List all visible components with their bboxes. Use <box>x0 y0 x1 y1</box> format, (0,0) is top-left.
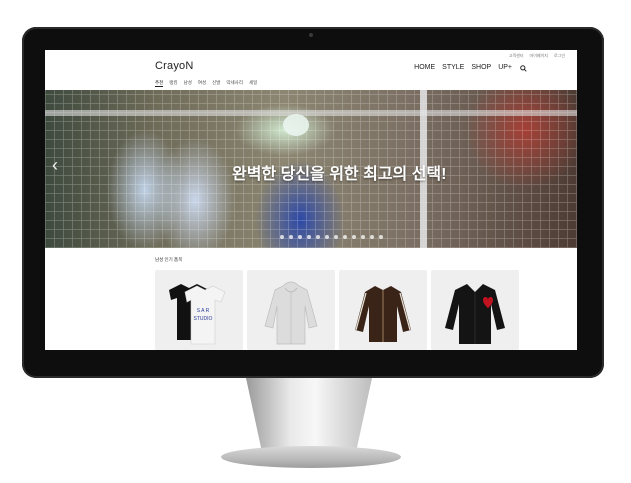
category-ranking[interactable]: 랭킹 <box>169 80 177 87</box>
nav-up-plus[interactable]: UP+ <box>498 64 512 71</box>
hero-banner[interactable]: ‹ 완벽한 당신을 위한 최고의 선택! <box>45 90 577 248</box>
category-sale[interactable]: 세일 <box>249 80 257 87</box>
browser-screen: 고객센터 마이페이지 로그인 CrayoN 추천 랭킹 남성 여성 신발 악세사… <box>45 50 577 350</box>
nav-shop[interactable]: SHOP <box>471 64 491 71</box>
section-title: 남성 인기 품목 <box>155 257 183 262</box>
category-shoes[interactable]: 신발 <box>212 80 220 87</box>
camera-icon <box>309 33 313 37</box>
utility-links: 고객센터 마이페이지 로그인 <box>509 53 565 59</box>
carousel-dot[interactable] <box>334 235 338 239</box>
product-card-black-cardigan[interactable] <box>431 270 519 350</box>
nav-home[interactable]: HOME <box>414 64 435 71</box>
carousel-dots <box>280 235 383 239</box>
grey-hoodie-image <box>264 281 318 345</box>
tshirt-set-image: S A R STUDIO <box>169 284 226 345</box>
category-accessories[interactable]: 악세사리 <box>226 80 243 87</box>
site-logo[interactable]: CrayoN <box>155 60 194 72</box>
tshirt-print-top: S A R <box>197 308 210 314</box>
monitor-stand-neck <box>246 378 372 448</box>
product-card-tshirt-set[interactable]: S A R STUDIO <box>155 270 243 350</box>
carousel-dot[interactable] <box>379 235 383 239</box>
category-nav: 추천 랭킹 남성 여성 신발 악세사리 세일 <box>155 80 257 87</box>
carousel-dot[interactable] <box>307 235 311 239</box>
product-card-brown-track-jacket[interactable] <box>339 270 427 350</box>
category-women[interactable]: 여성 <box>198 80 206 87</box>
hero-crossbar <box>45 110 577 116</box>
carousel-dot[interactable] <box>289 235 293 239</box>
product-list: S A R STUDIO <box>155 270 519 350</box>
tshirt-print-bottom: STUDIO <box>194 316 213 322</box>
search-icon[interactable] <box>520 65 527 72</box>
util-link-mypage[interactable]: 마이페이지 <box>530 53 548 59</box>
category-men[interactable]: 남성 <box>184 80 192 87</box>
black-cardigan-image <box>445 284 505 344</box>
monitor-stand-base <box>221 446 401 468</box>
carousel-dot[interactable] <box>352 235 356 239</box>
brown-track-jacket-image <box>355 286 411 342</box>
category-recommend[interactable]: 추천 <box>155 80 164 87</box>
carousel-dot[interactable] <box>280 235 284 239</box>
hero-ball <box>283 114 309 136</box>
carousel-dot[interactable] <box>343 235 347 239</box>
carousel-dot[interactable] <box>298 235 302 239</box>
hero-headline: 완벽한 당신을 위한 최고의 선택! <box>232 166 447 183</box>
carousel-dot[interactable] <box>325 235 329 239</box>
product-card-grey-hoodie[interactable] <box>247 270 335 350</box>
main-nav: HOME STYLE SHOP UP+ <box>414 64 512 71</box>
carousel-dot[interactable] <box>316 235 320 239</box>
apple-logo <box>304 356 318 370</box>
util-link-support[interactable]: 고객센터 <box>509 53 524 59</box>
carousel-prev-icon[interactable]: ‹ <box>52 156 58 174</box>
util-link-login[interactable]: 로그인 <box>554 53 565 59</box>
carousel-dot[interactable] <box>370 235 374 239</box>
nav-style[interactable]: STYLE <box>442 64 464 71</box>
carousel-dot[interactable] <box>361 235 365 239</box>
